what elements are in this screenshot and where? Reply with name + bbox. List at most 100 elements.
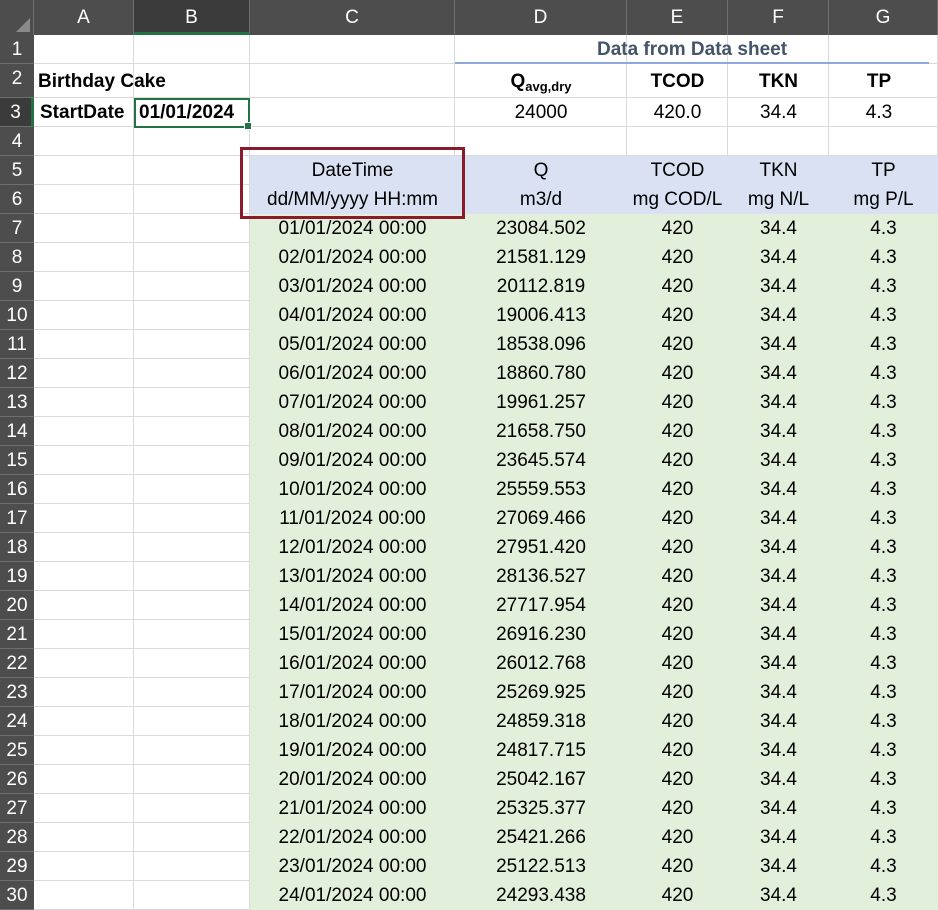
grid-cell[interactable] bbox=[134, 185, 250, 214]
tkn-cell[interactable]: 34.4 bbox=[728, 591, 829, 620]
row-header-27[interactable]: 27 bbox=[0, 794, 34, 823]
grid-cell[interactable] bbox=[34, 591, 134, 620]
grid-cell[interactable] bbox=[829, 127, 938, 156]
grid-cell[interactable] bbox=[134, 388, 250, 417]
tp-cell[interactable]: 4.3 bbox=[829, 475, 938, 504]
grid-cell[interactable] bbox=[34, 156, 134, 185]
grid-cell[interactable] bbox=[34, 823, 134, 852]
tp-cell[interactable]: 4.3 bbox=[829, 417, 938, 446]
tcod-cell[interactable]: 420 bbox=[627, 649, 728, 678]
q-cell[interactable]: 27951.420 bbox=[455, 533, 627, 562]
tcod-cell[interactable]: 420 bbox=[627, 591, 728, 620]
grid-cell[interactable] bbox=[134, 475, 250, 504]
datetime-cell[interactable]: 16/01/2024 00:00 bbox=[250, 649, 455, 678]
row-header-19[interactable]: 19 bbox=[0, 562, 34, 591]
tp-cell[interactable]: 4.3 bbox=[829, 446, 938, 475]
row-header-14[interactable]: 14 bbox=[0, 417, 34, 446]
tkn-cell[interactable]: 34.4 bbox=[728, 852, 829, 881]
grid-cell[interactable] bbox=[134, 301, 250, 330]
selected-cell-b3[interactable] bbox=[134, 98, 252, 130]
grid-cell[interactable] bbox=[134, 852, 250, 881]
tcod-cell[interactable]: 420 bbox=[627, 678, 728, 707]
q-cell[interactable]: 20112.819 bbox=[455, 272, 627, 301]
column-header-e[interactable]: E bbox=[627, 0, 728, 35]
tkn-cell[interactable]: 34.4 bbox=[728, 359, 829, 388]
grid-cell[interactable] bbox=[34, 272, 134, 301]
tp-cell[interactable]: 4.3 bbox=[829, 736, 938, 765]
grid-cell[interactable] bbox=[134, 504, 250, 533]
datetime-cell[interactable]: 19/01/2024 00:00 bbox=[250, 736, 455, 765]
tcod-cell[interactable]: 420 bbox=[627, 562, 728, 591]
grid-cell[interactable] bbox=[250, 127, 455, 156]
tkn-cell[interactable]: 34.4 bbox=[728, 243, 829, 272]
q-column-header[interactable]: Q bbox=[455, 156, 627, 185]
row-header-18[interactable]: 18 bbox=[0, 533, 34, 562]
datetime-cell[interactable]: 04/01/2024 00:00 bbox=[250, 301, 455, 330]
datetime-cell[interactable]: 07/01/2024 00:00 bbox=[250, 388, 455, 417]
q-cell[interactable]: 18538.096 bbox=[455, 330, 627, 359]
tp-cell[interactable]: 4.3 bbox=[829, 794, 938, 823]
q-cell[interactable]: 18860.780 bbox=[455, 359, 627, 388]
tp-cell[interactable]: 4.3 bbox=[829, 330, 938, 359]
tkn-cell[interactable]: 34.4 bbox=[728, 649, 829, 678]
grid-cell[interactable] bbox=[34, 301, 134, 330]
tkn-cell[interactable]: 34.4 bbox=[728, 214, 829, 243]
tcod-cell[interactable]: 420 bbox=[627, 736, 728, 765]
grid-cell[interactable] bbox=[34, 736, 134, 765]
row-header-15[interactable]: 15 bbox=[0, 446, 34, 475]
q-cell[interactable]: 28136.527 bbox=[455, 562, 627, 591]
tkn-cell[interactable]: 34.4 bbox=[728, 417, 829, 446]
tp-cell[interactable]: 4.3 bbox=[829, 533, 938, 562]
tp-column-header[interactable]: TP bbox=[829, 156, 938, 185]
tp-cell[interactable]: 4.3 bbox=[829, 852, 938, 881]
grid-cell[interactable] bbox=[34, 330, 134, 359]
tcod-cell[interactable]: 420 bbox=[627, 272, 728, 301]
tcod-cell[interactable]: 420 bbox=[627, 330, 728, 359]
tkn-cell[interactable]: 34.4 bbox=[728, 620, 829, 649]
grid-cell[interactable] bbox=[34, 533, 134, 562]
column-header-f[interactable]: F bbox=[728, 0, 829, 35]
tp-cell[interactable]: 4.3 bbox=[829, 765, 938, 794]
q-cell[interactable]: 25269.925 bbox=[455, 678, 627, 707]
tkn-header[interactable]: TKN bbox=[728, 67, 829, 96]
q-cell[interactable]: 24817.715 bbox=[455, 736, 627, 765]
tp-cell[interactable]: 4.3 bbox=[829, 620, 938, 649]
column-header-g[interactable]: G bbox=[829, 0, 938, 35]
tcod-cell[interactable]: 420 bbox=[627, 475, 728, 504]
row-header-17[interactable]: 17 bbox=[0, 504, 34, 533]
grid-cell[interactable] bbox=[134, 446, 250, 475]
row-header-30[interactable]: 30 bbox=[0, 881, 34, 910]
row-header-11[interactable]: 11 bbox=[0, 330, 34, 359]
tkn-cell[interactable]: 34.4 bbox=[728, 765, 829, 794]
tp-unit-header[interactable]: mg P/L bbox=[829, 185, 938, 214]
grid-cell[interactable] bbox=[134, 214, 250, 243]
tcod-value[interactable]: 420.0 bbox=[627, 98, 728, 127]
tcod-column-header[interactable]: TCOD bbox=[627, 156, 728, 185]
grid-cell[interactable] bbox=[34, 475, 134, 504]
q-cell[interactable]: 24859.318 bbox=[455, 707, 627, 736]
q-cell[interactable]: 23645.574 bbox=[455, 446, 627, 475]
datetime-cell[interactable]: 05/01/2024 00:00 bbox=[250, 330, 455, 359]
row-header-10[interactable]: 10 bbox=[0, 301, 34, 330]
tkn-cell[interactable]: 34.4 bbox=[728, 388, 829, 417]
datetime-cell[interactable]: 06/01/2024 00:00 bbox=[250, 359, 455, 388]
grid-cell[interactable] bbox=[134, 272, 250, 301]
datetime-cell[interactable]: 09/01/2024 00:00 bbox=[250, 446, 455, 475]
grid-cell[interactable] bbox=[34, 765, 134, 794]
grid-cell[interactable] bbox=[34, 35, 134, 64]
grid-cell[interactable] bbox=[34, 359, 134, 388]
datetime-cell[interactable]: 17/01/2024 00:00 bbox=[250, 678, 455, 707]
data-sheet-title[interactable]: Data from Data sheet bbox=[455, 35, 929, 64]
tkn-cell[interactable]: 34.4 bbox=[728, 794, 829, 823]
row-header-9[interactable]: 9 bbox=[0, 272, 34, 301]
birthday-cake-label[interactable]: Birthday Cake bbox=[38, 67, 238, 96]
datetime-cell[interactable]: 03/01/2024 00:00 bbox=[250, 272, 455, 301]
tkn-cell[interactable]: 34.4 bbox=[728, 301, 829, 330]
grid-cell[interactable] bbox=[134, 765, 250, 794]
grid-cell[interactable] bbox=[134, 533, 250, 562]
grid-cell[interactable] bbox=[34, 417, 134, 446]
datetime-cell[interactable]: 02/01/2024 00:00 bbox=[250, 243, 455, 272]
row-header-20[interactable]: 20 bbox=[0, 591, 34, 620]
grid-cell[interactable] bbox=[250, 98, 455, 127]
datetime-cell[interactable]: 14/01/2024 00:00 bbox=[250, 591, 455, 620]
